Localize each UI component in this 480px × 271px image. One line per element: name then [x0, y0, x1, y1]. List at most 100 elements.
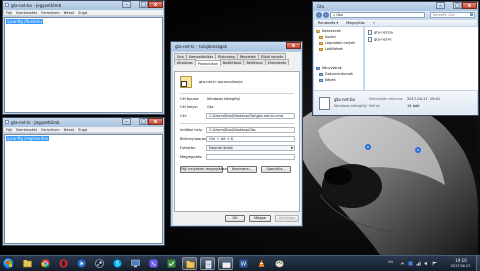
shortcut-key-input[interactable]: Ctrl + Alt + K [206, 136, 295, 142]
forward-arrow-icon[interactable]: › [323, 12, 329, 18]
nav-item-recent-places[interactable]: Legutóbbi helyek [319, 41, 355, 45]
taskbar-word[interactable]: W [236, 257, 251, 270]
text-editor[interactable]: ipconfig /registerdns [4, 134, 163, 244]
notepad-icon [5, 120, 9, 124]
language-indicator[interactable]: HU [388, 260, 393, 264]
title-bar[interactable]: Gta – □ x [313, 2, 478, 11]
clock-time[interactable]: 19:10 [450, 258, 472, 263]
show-hidden-icons-icon[interactable] [400, 261, 405, 266]
volume-icon[interactable] [424, 261, 429, 266]
selected-text[interactable]: ipconfig /flushdns [6, 19, 44, 24]
open-button[interactable]: Megnyitás [342, 20, 368, 27]
address-bar[interactable]: « Gta [330, 12, 425, 18]
list-item[interactable]: gta-net-ki [368, 37, 391, 42]
tab-layout[interactable]: Elrendezés [264, 59, 290, 65]
nav-item-downloads[interactable]: Letöltések [319, 47, 343, 51]
taskbar-paint[interactable] [272, 257, 287, 270]
tray-app-icon[interactable] [408, 261, 413, 266]
shortcut-name: gta-net-ki parancsikonja [199, 80, 243, 84]
title-bar[interactable]: gta-net-ba - Jegyzettömb – □ x [3, 1, 164, 10]
menu-view[interactable]: Nézet [62, 10, 76, 16]
text-editor[interactable]: ipconfig /flushdns [4, 17, 163, 113]
documents-icon [319, 72, 323, 76]
show-desktop-button[interactable] [476, 256, 480, 271]
desktop-icon [319, 35, 323, 39]
target-input[interactable]: C:\Users\Bus\Desktop\Gta\gta-net-ki.cmd [206, 113, 295, 119]
maximize-button[interactable]: □ [139, 118, 148, 125]
target-type-label: Cél típusa: [180, 97, 200, 101]
cmd-file-icon [222, 260, 231, 269]
comment-input[interactable] [206, 154, 295, 160]
menu-edit[interactable]: Szerkesztés [14, 10, 39, 16]
minimize-button[interactable]: – [122, 1, 131, 8]
taskbar-check-app[interactable] [164, 257, 179, 270]
menu-format[interactable]: Formátum [39, 10, 61, 16]
taskbar: S W HU 19:10 2017.04.17. [0, 255, 480, 271]
taskbar-steam[interactable] [92, 257, 107, 270]
nav-item-pictures[interactable]: Képek [319, 78, 336, 82]
taskbar-skype[interactable]: S [110, 257, 125, 270]
close-button[interactable]: x [148, 1, 163, 8]
taskbar-properties-window[interactable] [218, 257, 233, 270]
action-center-flag-icon[interactable] [432, 261, 437, 266]
taskbar-explorer-folder[interactable] [20, 257, 35, 270]
tab-font[interactable]: Betűtípus [243, 59, 266, 65]
run-select[interactable]: Normál ablak ▼ [206, 145, 295, 151]
minimize-button[interactable]: – [122, 118, 131, 125]
clock-date[interactable]: 2017.04.17. [447, 264, 475, 268]
menu-file[interactable]: Fájl [4, 10, 14, 16]
menu-view[interactable]: Nézet [62, 127, 76, 133]
cancel-button[interactable]: Mégse [249, 215, 271, 222]
target-location-label: Cél helye: [180, 105, 198, 109]
menu-bar: Fájl Szerkesztés Formátum Nézet Súgó [4, 127, 163, 133]
nav-favorites-header[interactable]: Kedvencek [316, 29, 341, 33]
advanced-button[interactable]: Speciális... [261, 166, 291, 173]
close-button[interactable]: x [462, 2, 477, 9]
notepad-icon [205, 260, 212, 269]
star-icon [316, 29, 320, 33]
close-button[interactable]: x [148, 118, 163, 125]
close-button[interactable]: x [286, 42, 301, 49]
tab-shortcut[interactable]: Parancsikon [194, 60, 221, 66]
title-bar[interactable]: gta-net-ki – tulajdonságok x [171, 42, 302, 51]
maximize-button[interactable]: □ [453, 2, 462, 9]
start-in-input[interactable]: C:\Users\Bus\Desktop\Gta [206, 127, 295, 133]
menu-help[interactable]: Súgó [76, 127, 89, 133]
shortcut-panel: gta-net-ki parancsikonja Cél típusa: Win… [174, 71, 300, 212]
selected-text[interactable]: ipconfig /registerdns [6, 136, 50, 141]
apply-button[interactable]: Alkalmaz [275, 215, 299, 222]
menu-help[interactable]: Súgó [76, 10, 89, 16]
network-icon[interactable] [416, 261, 421, 266]
more-commands-button[interactable]: » [369, 20, 379, 27]
title-bar[interactable]: gta-net-ki - Jegyzettömb – □ x [3, 118, 164, 127]
start-button[interactable] [2, 257, 15, 270]
organize-button[interactable]: Rendezés ▾ [314, 20, 342, 27]
batch-file-icon [368, 30, 372, 35]
ok-button[interactable]: OK [225, 215, 245, 222]
menu-file[interactable]: Fájl [4, 127, 14, 133]
taskbar-viber[interactable] [146, 257, 161, 270]
taskbar-notepad[interactable] [200, 257, 215, 270]
minimize-button[interactable]: – [436, 2, 445, 9]
svg-text:S: S [116, 261, 120, 268]
tab-options[interactable]: Beállítások [219, 59, 245, 65]
taskbar-opera[interactable] [56, 257, 71, 270]
change-icon-button[interactable]: Ikoncsere... [227, 166, 257, 173]
nav-libraries-header[interactable]: Könyvtárak [316, 66, 342, 70]
nav-item-documents[interactable]: Dokumentumok [319, 72, 353, 76]
taskbar-media-player[interactable] [74, 257, 89, 270]
traffic-cone-icon [258, 259, 265, 267]
taskbar-network[interactable] [128, 257, 143, 270]
nav-item-desktop[interactable]: Asztal [319, 35, 336, 39]
taskbar-chrome[interactable] [38, 257, 53, 270]
search-input[interactable]: Keresés: Gta [430, 12, 475, 18]
taskbar-explorer-open[interactable] [182, 257, 197, 270]
back-arrow-icon[interactable]: ‹ [316, 12, 322, 18]
menu-format[interactable]: Formátum [39, 127, 61, 133]
menu-edit[interactable]: Szerkesztés [14, 127, 39, 133]
maximize-button[interactable]: □ [139, 1, 148, 8]
list-item[interactable]: gta-net-ba [368, 30, 393, 35]
open-file-location-button[interactable]: Fájl helyének megnyitása [180, 166, 227, 173]
tab-general[interactable]: Általános [174, 59, 196, 65]
taskbar-vlc[interactable] [254, 257, 269, 270]
